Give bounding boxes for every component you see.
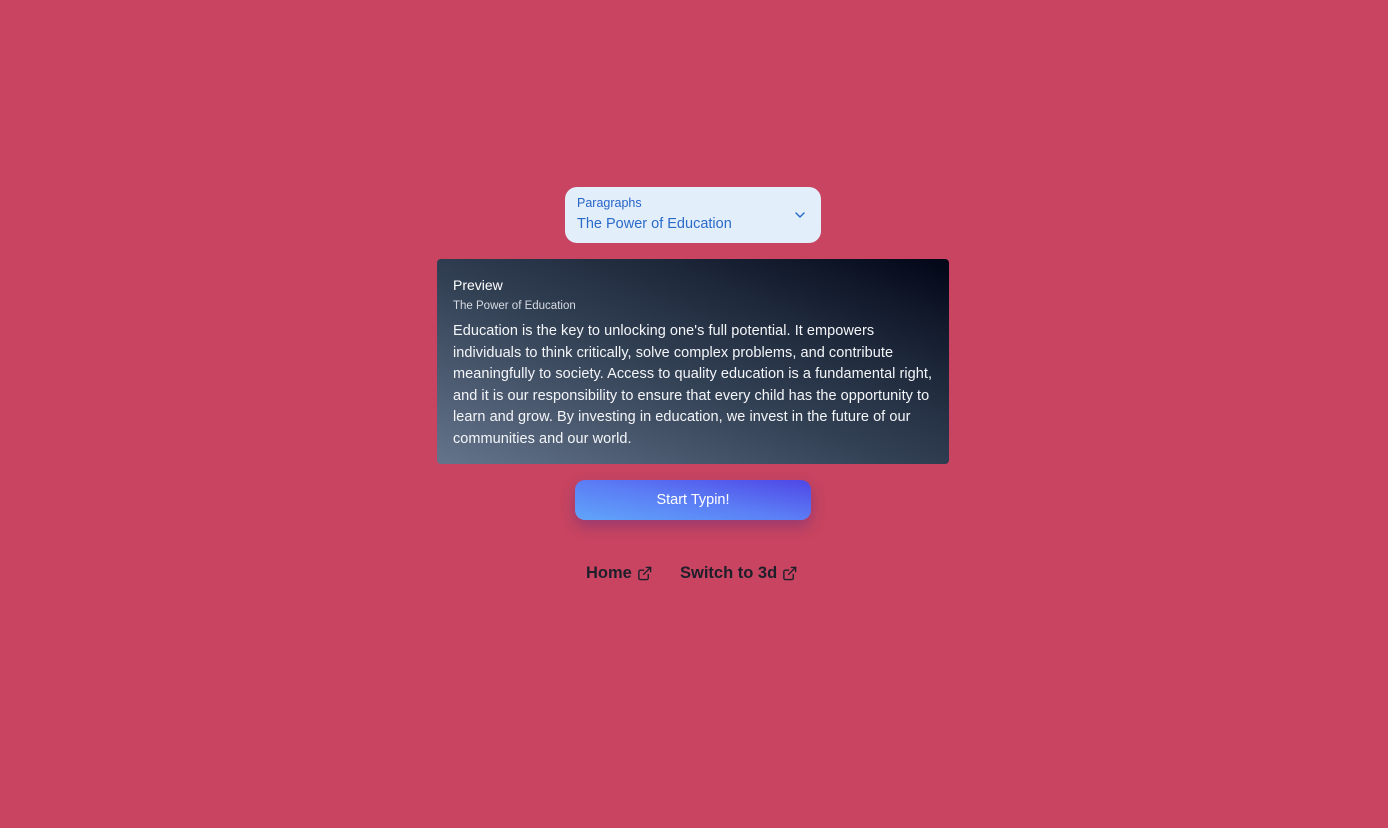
external-link-icon bbox=[638, 566, 652, 580]
paragraph-select[interactable]: Paragraphs The Power of Education bbox=[565, 187, 821, 243]
chevron-down-icon bbox=[795, 212, 805, 218]
home-link-label: Home bbox=[586, 563, 632, 582]
home-link[interactable]: Home bbox=[586, 562, 652, 584]
preview-heading: Preview bbox=[453, 277, 503, 293]
page: Paragraphs The Power of Education Previe… bbox=[0, 0, 1388, 828]
switch-to-3d-link[interactable]: Switch to 3d bbox=[680, 562, 797, 584]
external-link-icon bbox=[783, 566, 797, 580]
footer-links: Home Switch to 3d bbox=[0, 562, 1388, 584]
preview-text: Education is the key to unlocking one's … bbox=[453, 323, 933, 447]
preview-card: Preview The Power of Education Education… bbox=[437, 259, 949, 464]
select-value: The Power of Education bbox=[577, 216, 732, 232]
preview-subtitle: The Power of Education bbox=[453, 300, 576, 312]
start-typing-button[interactable]: Start Typin! bbox=[575, 480, 811, 520]
switch-link-label: Switch to 3d bbox=[680, 563, 778, 582]
select-label: Paragraphs bbox=[577, 196, 642, 210]
